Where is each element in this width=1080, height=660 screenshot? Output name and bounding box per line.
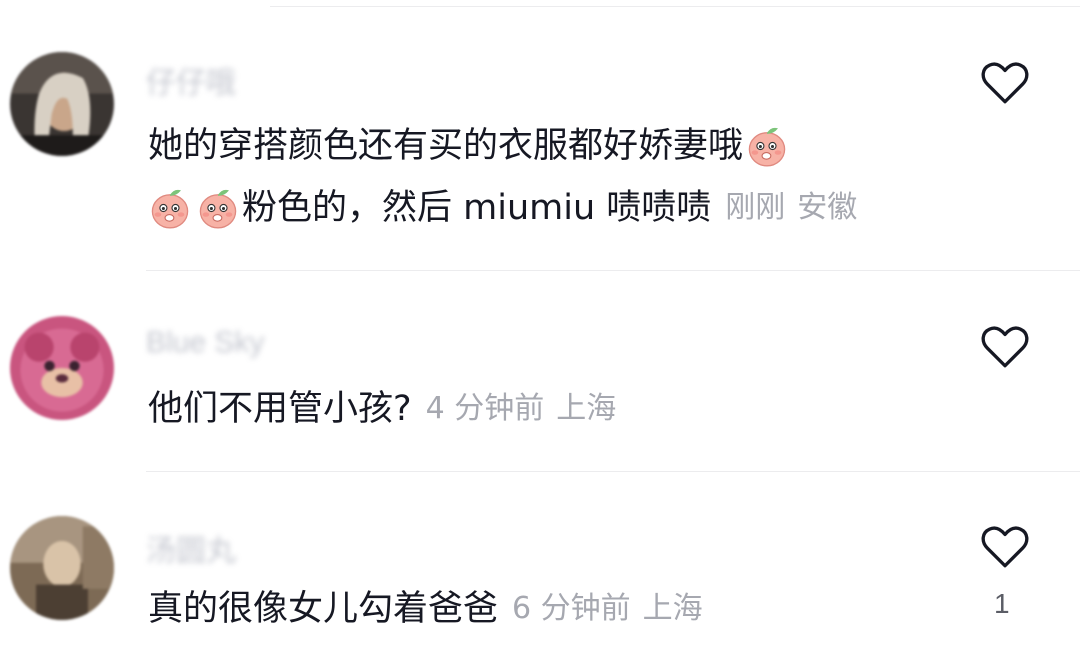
avatar-image — [10, 516, 114, 620]
comment-text-line-1: 真的很像女儿勾着爸爸 — [148, 589, 499, 629]
comment-text-line-1: 她的穿搭颜色还有买的衣服都好娇妻哦 — [148, 126, 744, 166]
comment-time: 6 分钟前 — [512, 591, 631, 626]
comment-text: 他们不用管小孩? 4 分钟前 上海 — [148, 388, 616, 430]
avatar[interactable] — [10, 516, 114, 620]
comment-text-row-2: 粉色的，然后 miumiu 啧啧啧 刚刚 安徽 — [146, 186, 857, 230]
like-count: 1 — [994, 588, 1010, 619]
like-button[interactable] — [980, 60, 1030, 106]
avatar-image — [10, 316, 114, 420]
like-button[interactable] — [980, 524, 1030, 570]
comment-location: 上海 — [642, 591, 703, 626]
heart-outline-icon — [981, 526, 1029, 568]
comment-meta: 6 分钟前 上海 — [512, 588, 703, 630]
comment-text-line-1: 他们不用管小孩? — [148, 389, 412, 429]
comment-divider — [146, 471, 1080, 472]
heart-outline-icon — [981, 326, 1029, 368]
comment-time: 刚刚 — [725, 190, 786, 225]
comment-location: 上海 — [556, 391, 617, 426]
comment-text: 她的穿搭颜色还有买的衣服都好娇妻哦 — [148, 124, 791, 168]
comment-divider — [146, 270, 1080, 271]
top-divider — [270, 6, 1080, 7]
comment-location: 安徽 — [797, 190, 858, 225]
avatar-image — [10, 52, 114, 156]
peach-emoji-icon — [148, 186, 192, 230]
heart-outline-icon — [981, 62, 1029, 104]
username[interactable]: Blue Sky — [146, 326, 264, 362]
peach-emoji-icon — [745, 124, 789, 168]
comment-meta: 4 分钟前 上海 — [426, 388, 617, 430]
avatar[interactable] — [10, 316, 114, 420]
like-button[interactable] — [980, 324, 1030, 370]
comment-time: 4 分钟前 — [425, 391, 545, 426]
comment-text-line-2: 粉色的，然后 miumiu 啧啧啧 — [242, 188, 712, 228]
comment-text: 真的很像女儿勾着爸爸 6 分钟前 上海 — [148, 588, 703, 630]
username[interactable]: 汤圆丸 — [146, 526, 236, 568]
username[interactable]: 仔仔哦 — [146, 58, 236, 100]
avatar[interactable] — [10, 52, 114, 156]
comment-meta: 刚刚 安徽 — [725, 187, 857, 229]
peach-emoji-icon — [196, 186, 240, 230]
